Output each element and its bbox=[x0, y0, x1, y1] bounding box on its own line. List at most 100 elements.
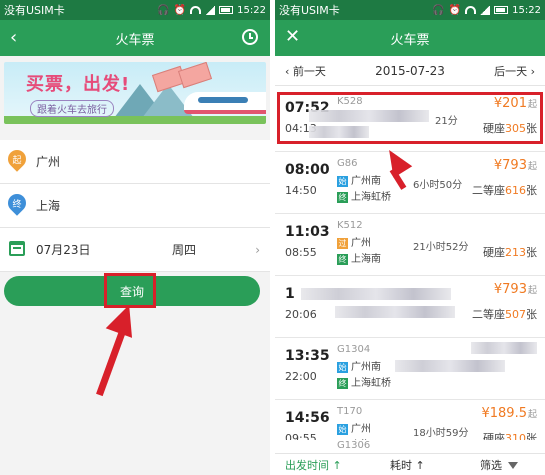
banner-ground bbox=[4, 116, 266, 124]
sort-by-duration[interactable]: 耗时 ↑ bbox=[390, 457, 425, 473]
date-navigator: ‹ 前一天 2015-07-23 后一天 › bbox=[275, 56, 545, 86]
carrier-text: 没有USIM卡 bbox=[4, 4, 65, 17]
arrival-time: 20:06 bbox=[285, 308, 317, 321]
seat-availability: 二等座616张 bbox=[472, 184, 537, 197]
seat-availability: 硬座213张 bbox=[483, 246, 537, 259]
train-number: K512 bbox=[337, 220, 363, 231]
origin-station: 过广州 bbox=[337, 238, 371, 249]
departure-time: 11:03 bbox=[285, 224, 330, 240]
ticket-price: ¥793起 bbox=[493, 282, 537, 297]
back-arrow-icon[interactable]: ‹ bbox=[10, 27, 17, 48]
train-number: G1306 bbox=[337, 440, 371, 451]
carrier-text: 没有USIM卡 bbox=[279, 4, 340, 17]
signal-icon bbox=[480, 5, 491, 15]
blurred-area bbox=[395, 360, 505, 372]
departure-time: 1 bbox=[285, 286, 295, 302]
ticket-price: ¥793起 bbox=[493, 158, 537, 173]
terminal-station: 终上海虹桥 bbox=[337, 192, 391, 203]
right-screen: 没有USIM卡 🎧 ⏰ 15:22 ✕ 火车票 ‹ 前一天 2015-07-23… bbox=[275, 0, 545, 475]
travel-duration: 6小时50分 bbox=[413, 180, 463, 191]
title-bar: ✕ 火车票 bbox=[275, 20, 545, 56]
chevron-right-icon: › bbox=[255, 242, 260, 257]
start-badge-icon: 始 bbox=[337, 176, 348, 187]
arrival-time: 22:00 bbox=[285, 370, 317, 383]
from-station: 广州 bbox=[36, 155, 61, 169]
close-icon[interactable]: ✕ bbox=[285, 26, 300, 47]
train-number: G86 bbox=[337, 158, 358, 169]
train-row[interactable]: 1 20:06 ¥793起 二等座507张 bbox=[275, 276, 545, 338]
from-station-row[interactable]: 起 广州 bbox=[0, 140, 270, 184]
train-row-partial[interactable]: G1306 bbox=[275, 440, 545, 454]
empty-area bbox=[0, 320, 270, 475]
page-title: 火车票 bbox=[390, 32, 430, 48]
end-badge-icon: 终 bbox=[337, 254, 348, 265]
ticket-image bbox=[177, 62, 213, 89]
status-bar: 没有USIM卡 🎧 ⏰ 15:22 bbox=[0, 0, 270, 20]
terminal-station: 终上海南 bbox=[337, 254, 381, 265]
seat-availability: 二等座507张 bbox=[472, 308, 537, 321]
travel-duration: 21小时52分 bbox=[413, 242, 469, 253]
travel-duration: 18小时59分 bbox=[413, 428, 469, 439]
travel-weekday: 周四 bbox=[172, 243, 197, 257]
start-badge-icon: 始 bbox=[337, 362, 348, 373]
start-pin-icon: 起 bbox=[4, 146, 30, 172]
train-image bbox=[184, 92, 266, 114]
blurred-area bbox=[471, 342, 537, 354]
sort-bar: 出发时间 ↑ 耗时 ↑ 筛选 bbox=[275, 453, 545, 475]
date-row[interactable]: 07月23日 周四 › bbox=[0, 228, 270, 272]
next-day-button[interactable]: 后一天 › bbox=[494, 63, 535, 79]
to-station-row[interactable]: 终 上海 bbox=[0, 184, 270, 228]
banner-tagline: 跟着火车去旅行 bbox=[30, 100, 114, 117]
banner-headline: 买票，出发! bbox=[26, 74, 131, 95]
blurred-area bbox=[335, 306, 455, 318]
headphones-icon: 🎧 bbox=[157, 4, 170, 16]
train-row[interactable]: 08:00 14:50 G86 始广州南 终上海虹桥 6小时50分 ¥793起 … bbox=[275, 152, 545, 214]
pass-badge-icon: 过 bbox=[337, 238, 348, 249]
calendar-icon bbox=[9, 241, 25, 256]
alarm-icon: ⏰ bbox=[448, 4, 462, 16]
start-badge-icon: 始 bbox=[337, 424, 348, 435]
terminal-station: 终上海虹桥 bbox=[337, 378, 391, 389]
status-bar: 没有USIM卡 🎧 ⏰ 15:22 bbox=[275, 0, 545, 20]
battery-icon bbox=[494, 6, 509, 14]
origin-station: 始广州南 bbox=[337, 362, 381, 373]
travel-date: 07月23日 bbox=[36, 243, 91, 257]
title-bar: ‹ 火车票 bbox=[0, 20, 270, 56]
highlight-box bbox=[104, 273, 156, 308]
arrival-time: 14:50 bbox=[285, 184, 317, 197]
origin-station: 始广州南 bbox=[337, 176, 381, 187]
battery-icon bbox=[219, 6, 234, 14]
departure-time: 14:56 bbox=[285, 410, 330, 426]
clock-time: 15:22 bbox=[237, 4, 266, 16]
prev-day-button[interactable]: ‹ 前一天 bbox=[285, 63, 326, 79]
end-pin-icon: 终 bbox=[4, 190, 30, 216]
wifi-icon bbox=[190, 6, 202, 14]
to-station: 上海 bbox=[36, 199, 61, 213]
train-row[interactable]: 11:03 08:55 K512 过广州 终上海南 21小时52分 硬座213张 bbox=[275, 214, 545, 276]
history-clock-icon[interactable] bbox=[242, 29, 258, 45]
end-badge-icon: 终 bbox=[337, 378, 348, 389]
ticket-price: ¥189.5起 bbox=[481, 406, 537, 421]
signal-icon bbox=[205, 5, 216, 15]
headphones-icon: 🎧 bbox=[432, 4, 445, 16]
train-row[interactable]: 13:35 22:00 G1304 始广州南 终上海虹桥 bbox=[275, 338, 545, 400]
filter-button[interactable]: 筛选 bbox=[480, 457, 518, 473]
promo-banner[interactable]: 买票，出发! 跟着火车去旅行 bbox=[4, 62, 266, 124]
sort-by-departure[interactable]: 出发时间 ↑ bbox=[285, 457, 342, 473]
arrival-time: 08:55 bbox=[285, 246, 317, 259]
alarm-icon: ⏰ bbox=[173, 4, 187, 16]
train-number: T170 bbox=[337, 406, 363, 417]
train-number: G1304 bbox=[337, 344, 371, 355]
origin-station: 始广州 bbox=[337, 424, 371, 435]
page-title: 火车票 bbox=[115, 32, 155, 48]
search-form: 起 广州 终 上海 07月23日 周四 › bbox=[0, 140, 270, 272]
left-screen: 没有USIM卡 🎧 ⏰ 15:22 ‹ 火车票 买票，出发! 跟着火车去旅行 起… bbox=[0, 0, 270, 475]
wifi-icon bbox=[465, 6, 477, 14]
filter-funnel-icon bbox=[508, 462, 518, 469]
highlight-box bbox=[277, 92, 543, 144]
departure-time: 13:35 bbox=[285, 348, 330, 364]
blurred-area bbox=[301, 288, 451, 300]
departure-time: 08:00 bbox=[285, 162, 330, 178]
current-date: 2015-07-23 bbox=[375, 63, 445, 78]
clock-time: 15:22 bbox=[512, 4, 541, 16]
